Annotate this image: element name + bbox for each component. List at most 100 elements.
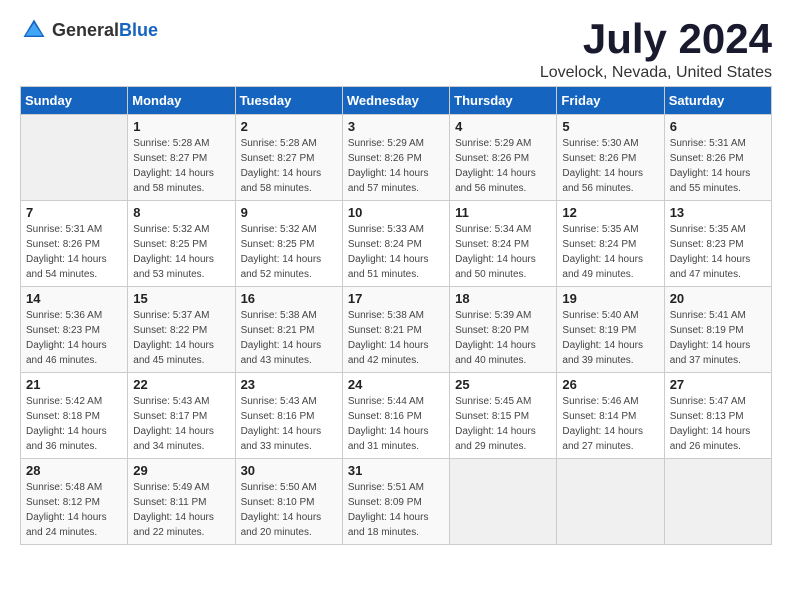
calendar-cell: 9 Sunrise: 5:32 AM Sunset: 8:25 PM Daylig…: [235, 201, 342, 287]
calendar-cell: 17 Sunrise: 5:38 AM Sunset: 8:21 PM Dayli…: [342, 287, 449, 373]
header-day-tuesday: Tuesday: [235, 87, 342, 115]
day-number: 26: [562, 377, 658, 392]
header-day-sunday: Sunday: [21, 87, 128, 115]
cell-info: Sunrise: 5:32 AM Sunset: 8:25 PM Dayligh…: [241, 222, 337, 282]
week-row-1: 1Sunrise: 5:28 AM Sunset: 8:27 PM Daylig…: [21, 115, 772, 201]
calendar-cell: 12 Sunrise: 5:35 AM Sunset: 8:24 PM Dayli…: [557, 201, 664, 287]
cell-info: Sunrise: 5:30 AM Sunset: 8:26 PM Dayligh…: [562, 136, 658, 196]
calendar-cell: 31 Sunrise: 5:51 AM Sunset: 8:09 PM Dayli…: [342, 459, 449, 545]
calendar-cell: 4 Sunrise: 5:29 AM Sunset: 8:26 PM Daylig…: [450, 115, 557, 201]
cell-info: Sunrise: 5:33 AM Sunset: 8:24 PM Dayligh…: [348, 222, 444, 282]
cell-info: Sunrise: 5:42 AM Sunset: 8:18 PM Dayligh…: [26, 394, 122, 454]
calendar-cell: 25 Sunrise: 5:45 AM Sunset: 8:15 PM Dayli…: [450, 373, 557, 459]
calendar-cell: [664, 459, 771, 545]
cell-info: Sunrise: 5:32 AM Sunset: 8:25 PM Dayligh…: [133, 222, 229, 282]
cell-info: Sunrise: 5:28 AM Sunset: 8:27 PM Dayligh…: [241, 136, 337, 196]
day-number: 29: [133, 463, 229, 478]
day-number: 5: [562, 119, 658, 134]
calendar-cell: [450, 459, 557, 545]
day-number: 19: [562, 291, 658, 306]
header-day-friday: Friday: [557, 87, 664, 115]
calendar-cell: 30 Sunrise: 5:50 AM Sunset: 8:10 PM Dayli…: [235, 459, 342, 545]
calendar-cell: 21 Sunrise: 5:42 AM Sunset: 8:18 PM Dayli…: [21, 373, 128, 459]
calendar-cell: 14 Sunrise: 5:36 AM Sunset: 8:23 PM Dayli…: [21, 287, 128, 373]
cell-info: Sunrise: 5:34 AM Sunset: 8:24 PM Dayligh…: [455, 222, 551, 282]
calendar-cell: 18 Sunrise: 5:39 AM Sunset: 8:20 PM Dayli…: [450, 287, 557, 373]
calendar-cell: 24 Sunrise: 5:44 AM Sunset: 8:16 PM Dayli…: [342, 373, 449, 459]
day-number: 10: [348, 205, 444, 220]
calendar-cell: 2 Sunrise: 5:28 AM Sunset: 8:27 PM Daylig…: [235, 115, 342, 201]
calendar-cell: [21, 115, 128, 201]
day-number: 31: [348, 463, 444, 478]
day-number: 8: [133, 205, 229, 220]
cell-info: Sunrise: 5:35 AM Sunset: 8:24 PM Dayligh…: [562, 222, 658, 282]
day-number: 18: [455, 291, 551, 306]
day-number: 23: [241, 377, 337, 392]
title-block: July 2024 Lovelock, Nevada, United State…: [540, 16, 772, 82]
calendar-cell: 22Sunrise: 5:43 AM Sunset: 8:17 PM Dayli…: [128, 373, 235, 459]
calendar-cell: 26Sunrise: 5:46 AM Sunset: 8:14 PM Dayli…: [557, 373, 664, 459]
calendar-cell: 16 Sunrise: 5:38 AM Sunset: 8:21 PM Dayli…: [235, 287, 342, 373]
calendar-title: July 2024: [540, 16, 772, 62]
cell-info: Sunrise: 5:49 AM Sunset: 8:11 PM Dayligh…: [133, 480, 229, 540]
day-number: 21: [26, 377, 122, 392]
cell-info: Sunrise: 5:48 AM Sunset: 8:12 PM Dayligh…: [26, 480, 122, 540]
day-number: 27: [670, 377, 766, 392]
calendar-cell: 3Sunrise: 5:29 AM Sunset: 8:26 PM Daylig…: [342, 115, 449, 201]
calendar-cell: 5 Sunrise: 5:30 AM Sunset: 8:26 PM Daylig…: [557, 115, 664, 201]
cell-info: Sunrise: 5:50 AM Sunset: 8:10 PM Dayligh…: [241, 480, 337, 540]
cell-info: Sunrise: 5:45 AM Sunset: 8:15 PM Dayligh…: [455, 394, 551, 454]
day-number: 16: [241, 291, 337, 306]
logo: GeneralBlue: [20, 16, 158, 44]
cell-info: Sunrise: 5:44 AM Sunset: 8:16 PM Dayligh…: [348, 394, 444, 454]
day-number: 2: [241, 119, 337, 134]
cell-info: Sunrise: 5:51 AM Sunset: 8:09 PM Dayligh…: [348, 480, 444, 540]
header-day-monday: Monday: [128, 87, 235, 115]
calendar-cell: [557, 459, 664, 545]
week-row-4: 21 Sunrise: 5:42 AM Sunset: 8:18 PM Dayli…: [21, 373, 772, 459]
day-number: 24: [348, 377, 444, 392]
cell-info: Sunrise: 5:36 AM Sunset: 8:23 PM Dayligh…: [26, 308, 122, 368]
day-number: 7: [26, 205, 122, 220]
day-number: 12: [562, 205, 658, 220]
header: GeneralBlue July 2024 Lovelock, Nevada, …: [20, 16, 772, 82]
calendar-cell: 6 Sunrise: 5:31 AM Sunset: 8:26 PM Daylig…: [664, 115, 771, 201]
day-number: 9: [241, 205, 337, 220]
day-number: 20: [670, 291, 766, 306]
header-day-wednesday: Wednesday: [342, 87, 449, 115]
day-number: 30: [241, 463, 337, 478]
week-row-2: 7Sunrise: 5:31 AM Sunset: 8:26 PM Daylig…: [21, 201, 772, 287]
day-number: 6: [670, 119, 766, 134]
cell-info: Sunrise: 5:37 AM Sunset: 8:22 PM Dayligh…: [133, 308, 229, 368]
cell-info: Sunrise: 5:43 AM Sunset: 8:17 PM Dayligh…: [133, 394, 229, 454]
cell-info: Sunrise: 5:38 AM Sunset: 8:21 PM Dayligh…: [241, 308, 337, 368]
calendar-cell: 28 Sunrise: 5:48 AM Sunset: 8:12 PM Dayli…: [21, 459, 128, 545]
calendar-subtitle: Lovelock, Nevada, United States: [540, 64, 772, 82]
calendar-cell: 27 Sunrise: 5:47 AM Sunset: 8:13 PM Dayli…: [664, 373, 771, 459]
day-number: 17: [348, 291, 444, 306]
calendar-cell: 23Sunrise: 5:43 AM Sunset: 8:16 PM Dayli…: [235, 373, 342, 459]
day-number: 4: [455, 119, 551, 134]
cell-info: Sunrise: 5:35 AM Sunset: 8:23 PM Dayligh…: [670, 222, 766, 282]
cell-info: Sunrise: 5:47 AM Sunset: 8:13 PM Dayligh…: [670, 394, 766, 454]
calendar-cell: 13Sunrise: 5:35 AM Sunset: 8:23 PM Dayli…: [664, 201, 771, 287]
cell-info: Sunrise: 5:31 AM Sunset: 8:26 PM Dayligh…: [670, 136, 766, 196]
calendar-cell: 1Sunrise: 5:28 AM Sunset: 8:27 PM Daylig…: [128, 115, 235, 201]
day-number: 11: [455, 205, 551, 220]
logo-general: General: [52, 20, 119, 40]
calendar-cell: 20Sunrise: 5:41 AM Sunset: 8:19 PM Dayli…: [664, 287, 771, 373]
cell-info: Sunrise: 5:38 AM Sunset: 8:21 PM Dayligh…: [348, 308, 444, 368]
calendar-cell: 7Sunrise: 5:31 AM Sunset: 8:26 PM Daylig…: [21, 201, 128, 287]
day-number: 14: [26, 291, 122, 306]
day-number: 28: [26, 463, 122, 478]
day-number: 3: [348, 119, 444, 134]
day-number: 25: [455, 377, 551, 392]
logo-text: GeneralBlue: [52, 20, 158, 41]
calendar-header-row: SundayMondayTuesdayWednesdayThursdayFrid…: [21, 87, 772, 115]
cell-info: Sunrise: 5:39 AM Sunset: 8:20 PM Dayligh…: [455, 308, 551, 368]
calendar-cell: 8 Sunrise: 5:32 AM Sunset: 8:25 PM Daylig…: [128, 201, 235, 287]
cell-info: Sunrise: 5:28 AM Sunset: 8:27 PM Dayligh…: [133, 136, 229, 196]
cell-info: Sunrise: 5:29 AM Sunset: 8:26 PM Dayligh…: [455, 136, 551, 196]
week-row-5: 28 Sunrise: 5:48 AM Sunset: 8:12 PM Dayli…: [21, 459, 772, 545]
calendar-cell: 11 Sunrise: 5:34 AM Sunset: 8:24 PM Dayli…: [450, 201, 557, 287]
